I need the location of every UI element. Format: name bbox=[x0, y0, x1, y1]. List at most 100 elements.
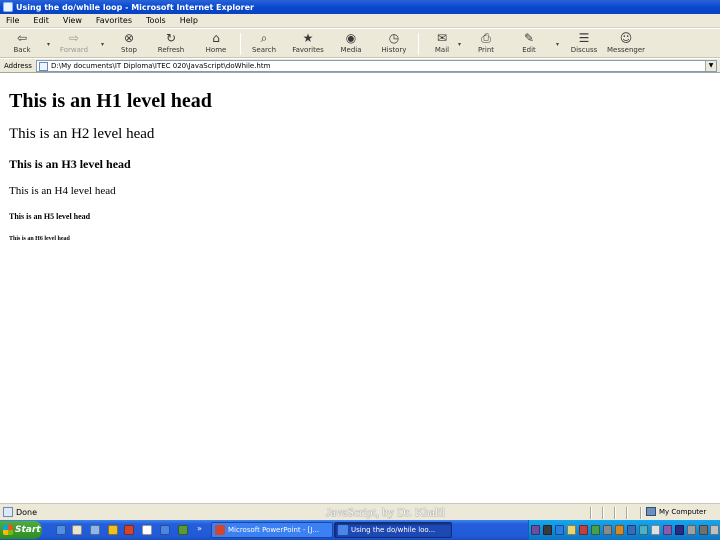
internet-explorer-icon bbox=[3, 2, 13, 12]
print-label: Print bbox=[477, 46, 495, 54]
show-desktop-icon[interactable] bbox=[56, 525, 66, 535]
menu-view[interactable]: View bbox=[63, 16, 82, 25]
heading-h1: This is an H1 level head bbox=[9, 90, 212, 112]
edit-icon: ✎ bbox=[523, 31, 535, 45]
tray-icon[interactable] bbox=[591, 525, 600, 535]
back-label: Back bbox=[13, 46, 31, 54]
word-icon[interactable] bbox=[142, 525, 152, 535]
home-button[interactable]: ⌂ Home bbox=[198, 31, 234, 55]
tray-icon[interactable] bbox=[579, 525, 588, 535]
menu-help[interactable]: Help bbox=[180, 16, 198, 25]
menu-bar: File Edit View Favorites Tools Help bbox=[0, 14, 720, 28]
forward-button[interactable]: ⇨ Forward bbox=[56, 31, 92, 55]
favorites-button[interactable]: ★ Favorites bbox=[290, 31, 326, 55]
excel-icon[interactable] bbox=[178, 525, 188, 535]
tray-icon[interactable] bbox=[699, 525, 708, 535]
address-input[interactable]: D:\My documents\IT Diploma\ITEC 020\Java… bbox=[36, 60, 717, 72]
menu-tools[interactable]: Tools bbox=[146, 16, 166, 25]
zone-label: My Computer bbox=[659, 507, 707, 516]
mail-label: Mail bbox=[434, 46, 450, 54]
windows-logo-icon bbox=[3, 525, 13, 535]
mail-button[interactable]: ✉ Mail bbox=[424, 31, 460, 55]
favorites-label: Favorites bbox=[292, 46, 324, 54]
media-icon: ◉ bbox=[345, 31, 357, 45]
status-panel bbox=[626, 507, 628, 519]
task-label: Using the do/while loo... bbox=[351, 526, 436, 534]
heading-h6: This is an H6 level head bbox=[9, 236, 70, 242]
menu-favorites[interactable]: Favorites bbox=[96, 16, 132, 25]
menu-file[interactable]: File bbox=[6, 16, 19, 25]
back-arrow-icon: ⇦ bbox=[16, 31, 28, 45]
menu-edit[interactable]: Edit bbox=[33, 16, 49, 25]
heading-h3: This is an H3 level head bbox=[9, 157, 131, 171]
toolbar: ⇦ Back ▾ ⇨ Forward ▾ ⊗ Stop ↻ Refresh ⌂ … bbox=[0, 29, 720, 58]
forward-dropdown-icon[interactable]: ▾ bbox=[101, 41, 104, 48]
powerpoint-task-icon bbox=[215, 525, 225, 535]
search-icon: ⌕ bbox=[260, 31, 268, 45]
tray-icon[interactable] bbox=[675, 525, 684, 535]
history-button[interactable]: ◷ History bbox=[376, 31, 412, 55]
task-label: Microsoft PowerPoint - [J... bbox=[228, 526, 320, 534]
tray-icon[interactable] bbox=[627, 525, 636, 535]
back-dropdown-icon[interactable]: ▾ bbox=[47, 41, 50, 48]
heading-h4: This is an H4 level head bbox=[9, 185, 116, 197]
history-label: History bbox=[381, 46, 407, 54]
tray-icon[interactable] bbox=[651, 525, 660, 535]
tray-icon[interactable] bbox=[603, 525, 612, 535]
internet-explorer-quicklaunch-icon[interactable] bbox=[160, 525, 170, 535]
tray-icon[interactable] bbox=[687, 525, 696, 535]
tray-icon[interactable] bbox=[615, 525, 624, 535]
history-icon: ◷ bbox=[388, 31, 400, 45]
media-button[interactable]: ◉ Media bbox=[333, 31, 369, 55]
slide-credit: JavaScript, by Dr. Khalil bbox=[326, 505, 445, 519]
tray-icon[interactable] bbox=[567, 525, 576, 535]
notepad-icon[interactable] bbox=[72, 525, 82, 535]
status-panel bbox=[590, 507, 592, 519]
edit-label: Edit bbox=[522, 46, 536, 54]
mail-dropdown-icon[interactable]: ▾ bbox=[458, 41, 461, 48]
forward-arrow-icon: ⇨ bbox=[68, 31, 80, 45]
taskbar-item-powerpoint[interactable]: Microsoft PowerPoint - [J... bbox=[211, 522, 333, 538]
status-panel bbox=[640, 507, 642, 519]
taskbar: Start » Microsoft PowerPoint - [J... Usi… bbox=[0, 520, 720, 540]
quicklaunch-chevron-icon[interactable]: » bbox=[197, 524, 202, 533]
title-bar[interactable]: Using the do/while loop - Microsoft Inte… bbox=[0, 0, 720, 14]
explorer-icon[interactable] bbox=[90, 525, 100, 535]
tray-icon[interactable] bbox=[663, 525, 672, 535]
heading-h5: This is an H5 level head bbox=[9, 212, 91, 221]
status-text: Done bbox=[16, 507, 38, 517]
refresh-button[interactable]: ↻ Refresh bbox=[153, 31, 189, 55]
status-panel bbox=[602, 507, 604, 519]
tray-icon[interactable] bbox=[710, 525, 719, 535]
system-tray bbox=[528, 520, 720, 540]
media-player-icon[interactable] bbox=[108, 525, 118, 535]
powerpoint-icon[interactable] bbox=[124, 525, 134, 535]
page-content: This is an H1 level head This is an H2 l… bbox=[0, 74, 720, 503]
tray-icon[interactable] bbox=[555, 525, 564, 535]
taskbar-item-browser[interactable]: Using the do/while loo... bbox=[334, 522, 452, 538]
mail-icon: ✉ bbox=[436, 31, 448, 45]
favorites-icon: ★ bbox=[302, 31, 314, 45]
print-button[interactable]: ⎙ Print bbox=[468, 31, 504, 55]
messenger-label: Messenger bbox=[607, 46, 646, 54]
discuss-icon: ☰ bbox=[578, 31, 590, 45]
print-icon: ⎙ bbox=[481, 31, 491, 45]
tray-icon[interactable] bbox=[531, 525, 540, 535]
address-dropdown-icon[interactable]: ▼ bbox=[705, 61, 716, 71]
security-zone: My Computer bbox=[646, 507, 706, 516]
tray-icon[interactable] bbox=[543, 525, 552, 535]
start-button[interactable]: Start bbox=[0, 521, 42, 539]
address-value[interactable]: D:\My documents\IT Diploma\ITEC 020\Java… bbox=[51, 62, 270, 70]
edit-button[interactable]: ✎ Edit bbox=[511, 31, 547, 55]
messenger-button[interactable]: ☺ Messenger bbox=[607, 31, 646, 55]
back-button[interactable]: ⇦ Back bbox=[4, 31, 40, 55]
search-button[interactable]: ⌕ Search bbox=[246, 31, 282, 55]
tray-icon[interactable] bbox=[639, 525, 648, 535]
my-computer-icon bbox=[646, 507, 656, 516]
messenger-icon: ☺ bbox=[619, 31, 633, 45]
edit-dropdown-icon[interactable]: ▾ bbox=[556, 41, 559, 48]
stop-button[interactable]: ⊗ Stop bbox=[111, 31, 147, 55]
window-title: Using the do/while loop - Microsoft Inte… bbox=[16, 2, 254, 12]
discuss-button[interactable]: ☰ Discuss bbox=[566, 31, 602, 55]
home-label: Home bbox=[205, 46, 227, 54]
